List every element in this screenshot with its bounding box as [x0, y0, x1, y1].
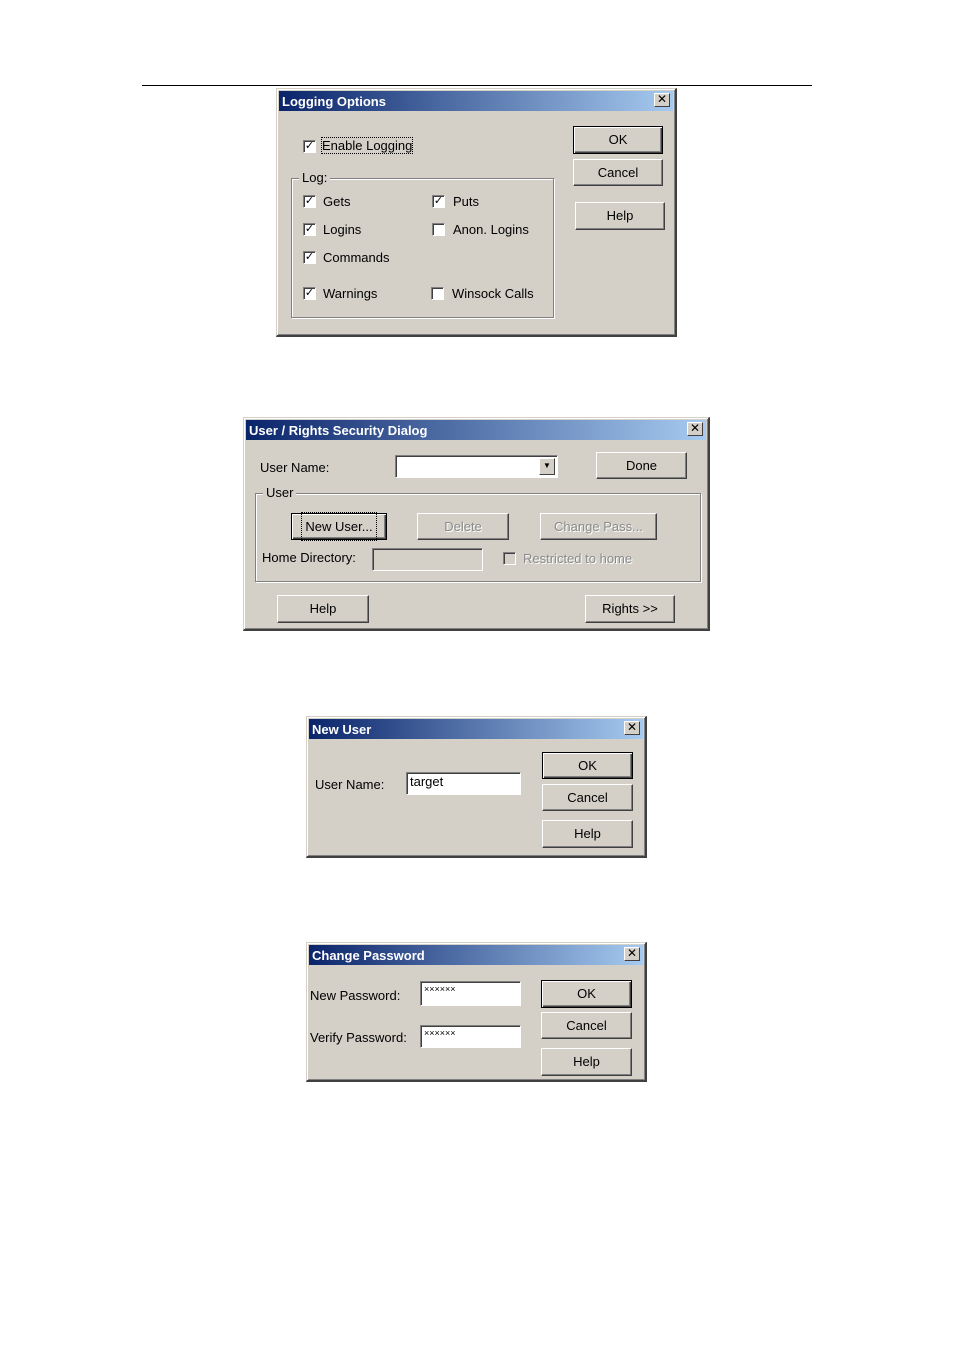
rights-button[interactable]: Rights >>: [585, 595, 675, 623]
home-directory-input[interactable]: [372, 548, 483, 571]
verify-password-value: ××××××: [424, 1028, 456, 1038]
logins-label[interactable]: Logins: [323, 222, 361, 237]
change-pass-button[interactable]: Change Pass...: [540, 513, 657, 540]
help-button[interactable]: Help: [542, 820, 633, 848]
cancel-button[interactable]: Cancel: [541, 1012, 632, 1039]
dialog-title: User / Rights Security Dialog: [249, 423, 428, 438]
winsock-calls-checkbox[interactable]: [431, 287, 444, 300]
user-name-combobox[interactable]: ▼: [395, 455, 558, 478]
close-icon[interactable]: ✕: [687, 422, 703, 436]
puts-label[interactable]: Puts: [453, 194, 479, 209]
ok-button[interactable]: OK: [573, 126, 663, 154]
anon-logins-label[interactable]: Anon. Logins: [453, 222, 529, 237]
gets-label[interactable]: Gets: [323, 194, 350, 209]
new-password-label: New Password:: [310, 988, 401, 1003]
cancel-button[interactable]: Cancel: [542, 784, 633, 811]
cancel-button[interactable]: Cancel: [573, 159, 663, 186]
close-icon[interactable]: ✕: [654, 93, 670, 107]
enable-logging-checkbox[interactable]: ✓: [303, 140, 316, 153]
commands-label[interactable]: Commands: [323, 250, 389, 265]
home-directory-label: Home Directory:: [262, 550, 356, 565]
help-button[interactable]: Help: [277, 595, 369, 623]
title-bar[interactable]: User / Rights Security Dialog ✕: [246, 420, 706, 440]
dialog-title: New User: [312, 722, 372, 737]
winsock-calls-label[interactable]: Winsock Calls: [452, 286, 534, 301]
new-user-button[interactable]: New User...: [291, 512, 387, 541]
delete-button[interactable]: Delete: [417, 513, 509, 540]
close-icon[interactable]: ✕: [624, 947, 640, 961]
help-button[interactable]: Help: [541, 1048, 632, 1076]
new-password-value: ××××××: [424, 984, 456, 994]
change-password-dialog: Change Password ✕ New Password: ×××××× V…: [306, 942, 647, 1082]
new-user-dialog: New User ✕ User Name: target OK Cancel H…: [306, 716, 647, 858]
restricted-to-home-checkbox[interactable]: [503, 552, 516, 565]
user-rights-dialog: User / Rights Security Dialog ✕ User Nam…: [243, 417, 710, 631]
verify-password-input[interactable]: ××××××: [420, 1025, 521, 1048]
puts-checkbox[interactable]: ✓: [432, 195, 445, 208]
logging-options-dialog: Logging Options ✕ ✓ Enable Logging Log: …: [276, 88, 677, 337]
user-name-label: User Name:: [315, 777, 385, 792]
ok-button[interactable]: OK: [541, 980, 632, 1008]
title-bar[interactable]: Change Password ✕: [309, 945, 643, 965]
logins-checkbox[interactable]: ✓: [303, 223, 316, 236]
anon-logins-checkbox[interactable]: [432, 223, 445, 236]
warnings-checkbox[interactable]: ✓: [303, 287, 316, 300]
title-bar[interactable]: Logging Options ✕: [279, 91, 673, 111]
gets-checkbox[interactable]: ✓: [303, 195, 316, 208]
close-icon[interactable]: ✕: [624, 721, 640, 735]
dialog-title: Change Password: [312, 948, 425, 963]
user-group-label: User: [263, 485, 297, 500]
user-name-label: User Name:: [260, 460, 330, 475]
help-button[interactable]: Help: [575, 202, 665, 230]
warnings-label[interactable]: Warnings: [323, 286, 377, 301]
new-password-input[interactable]: ××××××: [420, 981, 521, 1006]
title-bar[interactable]: New User ✕: [309, 719, 643, 739]
verify-password-label: Verify Password:: [310, 1030, 407, 1045]
user-name-input[interactable]: target: [406, 772, 521, 795]
header-rule: [142, 85, 812, 86]
ok-button[interactable]: OK: [542, 752, 633, 779]
dropdown-arrow-icon[interactable]: ▼: [539, 458, 555, 475]
commands-checkbox[interactable]: ✓: [303, 251, 316, 264]
done-button[interactable]: Done: [596, 452, 687, 479]
restricted-to-home-label[interactable]: Restricted to home: [523, 551, 632, 566]
enable-logging-label[interactable]: Enable Logging: [320, 137, 414, 154]
log-group-label: Log:: [299, 170, 331, 185]
dialog-title: Logging Options: [282, 94, 386, 109]
user-name-value: target: [410, 774, 444, 789]
